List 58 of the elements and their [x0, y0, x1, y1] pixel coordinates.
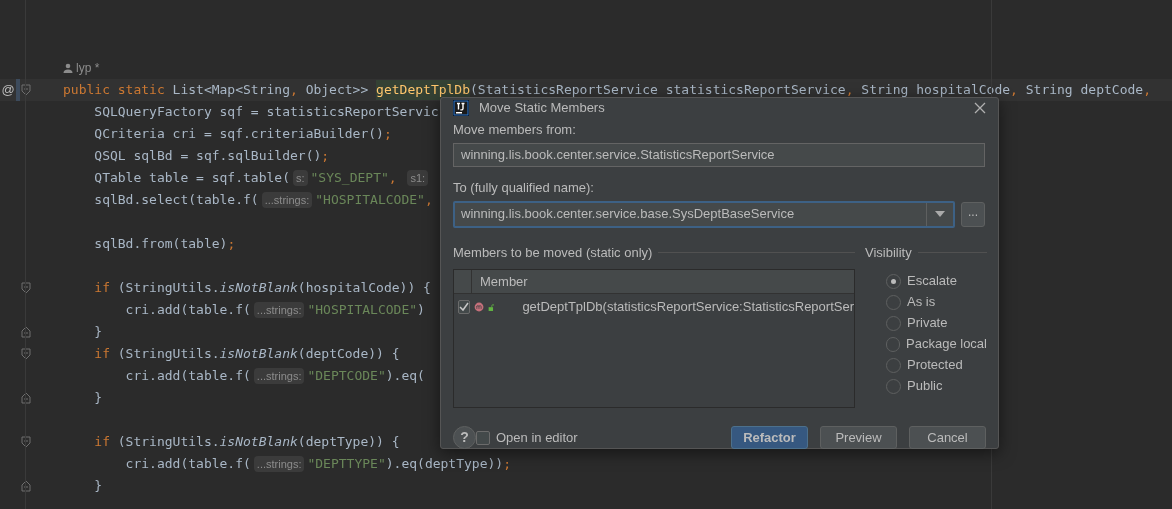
code-line: cri.add(table.f( ...strings: "DEPTTYPE").eq(deptType));	[124, 454, 511, 474]
radio-button[interactable]	[886, 273, 901, 289]
radio-label[interactable]: Public	[907, 376, 943, 396]
section-heading: Visibility	[865, 243, 912, 262]
radio-label[interactable]: Package local	[906, 334, 987, 354]
code-line: QSQL sqlBd = sqf.sqlBuilder();	[93, 147, 330, 166]
app-logo-icon	[453, 99, 469, 116]
field-label: To (fully qualified name):	[453, 179, 595, 197]
unlocked-icon	[488, 301, 495, 313]
fold-icon[interactable]	[21, 84, 31, 96]
person-icon	[63, 63, 73, 73]
checkbox[interactable]	[476, 430, 490, 445]
fold-icon[interactable]	[21, 348, 31, 360]
section-heading: Members to be moved (static only)	[453, 243, 653, 262]
dialog-button[interactable]: Refactor	[731, 426, 808, 449]
checkbox[interactable]	[458, 300, 470, 314]
combo-box[interactable]: winning.lis.book.center.service.base.SysDeptBaseService	[453, 200, 955, 228]
override-marker-icon[interactable]: @	[1, 80, 15, 100]
fold-icon[interactable]	[21, 282, 31, 294]
code-line: }	[93, 323, 103, 342]
code-line: cri.add(table.f( ...strings: "DEPTCODE").eq(	[124, 366, 425, 386]
radio-label[interactable]: Private	[907, 313, 948, 333]
member-name[interactable]: getDeptTplDb(statisticsReportService:StatisticsReportSer	[522, 297, 854, 317]
code-line: QTable table = sqf.table( s: "SYS_DEPT", s1:	[63, 168, 432, 188]
author-label: lyp *	[76, 60, 100, 77]
browse-button[interactable]: ...	[961, 201, 985, 227]
fold-icon[interactable]	[21, 436, 31, 448]
dialog-button[interactable]: Cancel	[909, 426, 986, 449]
input-field[interactable]: winning.lis.book.center.service.StatisticsReportService	[453, 143, 985, 167]
code-line: sqlBd.select(table.f( ...strings: "HOSPITALCODE",	[93, 190, 433, 210]
code-line: public static List<Map<String, Object>> getDeptTplDb(StatisticsReportService statisticsReportService, String hospitalCode, String deptCode,	[63, 80, 1151, 100]
radio-button[interactable]	[886, 315, 901, 331]
code-line: QCriteria cri = sqf.criteriaBuilder();	[93, 125, 392, 144]
fold-icon[interactable]	[21, 480, 31, 492]
fold-icon[interactable]	[21, 392, 31, 404]
radio-label[interactable]: As is	[907, 292, 936, 312]
dialog-button[interactable]: Preview	[820, 426, 897, 449]
dropdown-arrow-icon	[935, 211, 945, 217]
code-line: SQLQueryFactory sqf = statisticsReportServic	[93, 103, 439, 122]
fold-icon[interactable]	[21, 326, 31, 338]
close-icon[interactable]	[974, 101, 986, 114]
code-line: if (StringUtils.isNotBlank(deptCode)) {	[93, 345, 400, 364]
field-label: Move members from:	[453, 120, 577, 139]
radio-button[interactable]	[886, 357, 901, 373]
checkbox-label[interactable]: Open in editor	[496, 427, 578, 448]
help-button[interactable]: ?	[453, 426, 476, 449]
radio-label[interactable]: Escalate	[907, 271, 957, 291]
radio-button[interactable]	[886, 378, 901, 394]
code-line: if (StringUtils.isNotBlank(deptType)) {	[93, 433, 400, 452]
code-line: if (StringUtils.isNotBlank(hospitalCode)) {	[93, 279, 431, 298]
dialog-title: Move Static Members	[479, 99, 605, 117]
code-line: cri.add(table.f( ...strings: "HOSPITALCODE")	[124, 300, 425, 320]
radio-button[interactable]	[886, 336, 901, 352]
code-line: }	[93, 477, 103, 496]
code-line: }	[93, 389, 103, 408]
radio-label[interactable]: Protected	[907, 355, 963, 375]
code-line: sqlBd.from(table);	[93, 235, 236, 254]
radio-button[interactable]	[886, 294, 901, 310]
